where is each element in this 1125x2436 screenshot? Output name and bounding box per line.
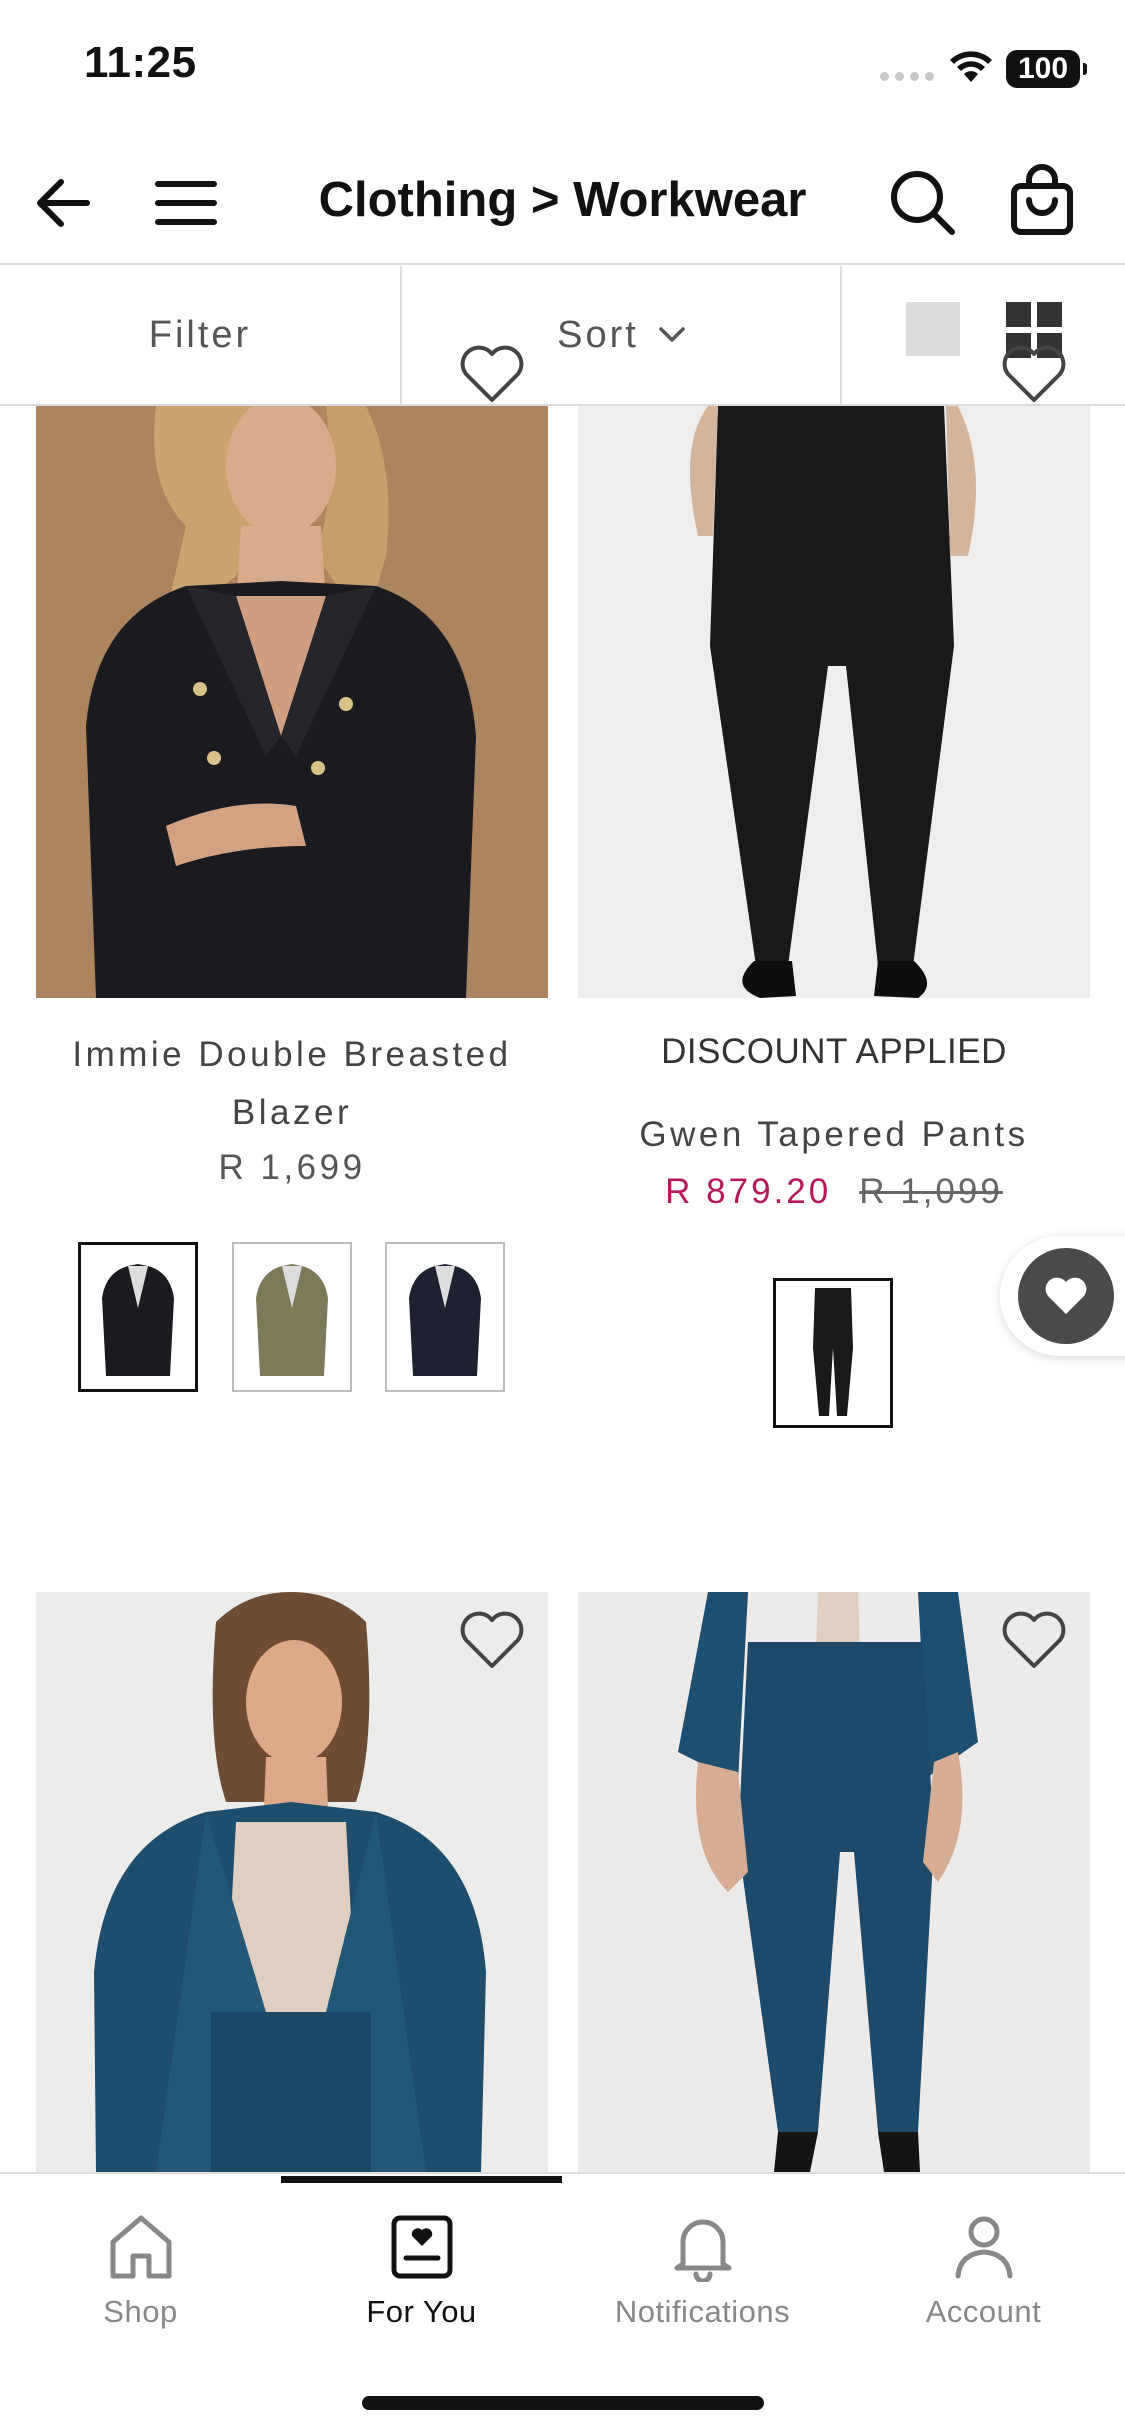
heart-filled-icon [1045,1277,1087,1314]
home-icon [110,2215,171,2279]
single-view-toggle[interactable] [906,302,960,356]
cart-button[interactable] [1004,160,1080,240]
filter-button[interactable]: Filter [0,266,402,404]
bell-icon [674,2219,731,2282]
color-swatch-navy[interactable] [385,1242,505,1392]
product-name: Immie Double Breasted Blazer [72,1035,512,1132]
wifi-icon [950,51,992,82]
sale-price: R 879.20 [665,1172,832,1211]
heart-card-icon [391,2215,452,2279]
product-image-blazer[interactable] [36,406,548,998]
product-card-info[interactable]: Immie Double Breasted Blazer R 1,699 [36,1026,548,1188]
signal-icon [880,72,934,81]
wishlist-heart-icon[interactable] [458,344,526,404]
hamburger-icon [155,181,217,225]
tab-notifications[interactable]: Notifications [562,2212,843,2352]
shopping-bag-icon [1011,164,1073,235]
product-image-pants[interactable] [578,406,1090,998]
tab-for-you[interactable]: For You [281,2212,562,2352]
product-price: R 1,699 [218,1148,366,1187]
color-swatch-black[interactable] [78,1242,198,1392]
wishlist-heart-icon[interactable] [1000,344,1068,404]
person-icon [955,2216,1012,2279]
product-image-navy-blazer[interactable] [36,1592,548,2172]
active-tab-indicator [281,2176,562,2183]
wishlist-heart-icon[interactable] [1000,1610,1068,1670]
tab-label: For You [366,2294,477,2329]
tab-label: Notifications [614,2294,791,2329]
color-swatch-black[interactable] [773,1278,893,1428]
filter-label: Filter [148,313,252,356]
tab-account[interactable]: Account [843,2212,1124,2352]
menu-button[interactable] [150,170,222,236]
search-icon [891,171,955,235]
wishlist-fab[interactable] [1000,1236,1125,1356]
home-indicator[interactable] [362,2396,764,2410]
product-name: Gwen Tapered Pants [639,1115,1029,1154]
tab-label: Shop [103,2294,178,2329]
tab-shop[interactable]: Shop [0,2212,281,2352]
chevron-down-icon [659,327,685,342]
sort-label: Sort [557,313,639,356]
tab-label: Account [925,2294,1042,2329]
back-button[interactable] [28,170,98,236]
wishlist-heart-icon[interactable] [458,1610,526,1670]
discount-badge: DISCOUNT APPLIED [661,1032,1007,1071]
page-title: Clothing > Workwear [318,173,807,227]
status-bar: 11:25 100 [0,0,1125,140]
product-card-info[interactable]: DISCOUNT APPLIED Gwen Tapered Pants R 87… [578,1032,1090,1212]
original-price: R 1,099 [859,1172,1003,1211]
search-button[interactable] [884,164,960,240]
nav-bar: Clothing > Workwear [0,140,1125,265]
product-image-navy-pants[interactable] [578,1592,1090,2172]
battery-indicator: 100 [1006,50,1087,88]
status-time: 11:25 [84,38,197,87]
color-swatch-khaki[interactable] [232,1242,352,1392]
arrow-left-icon [37,179,90,227]
